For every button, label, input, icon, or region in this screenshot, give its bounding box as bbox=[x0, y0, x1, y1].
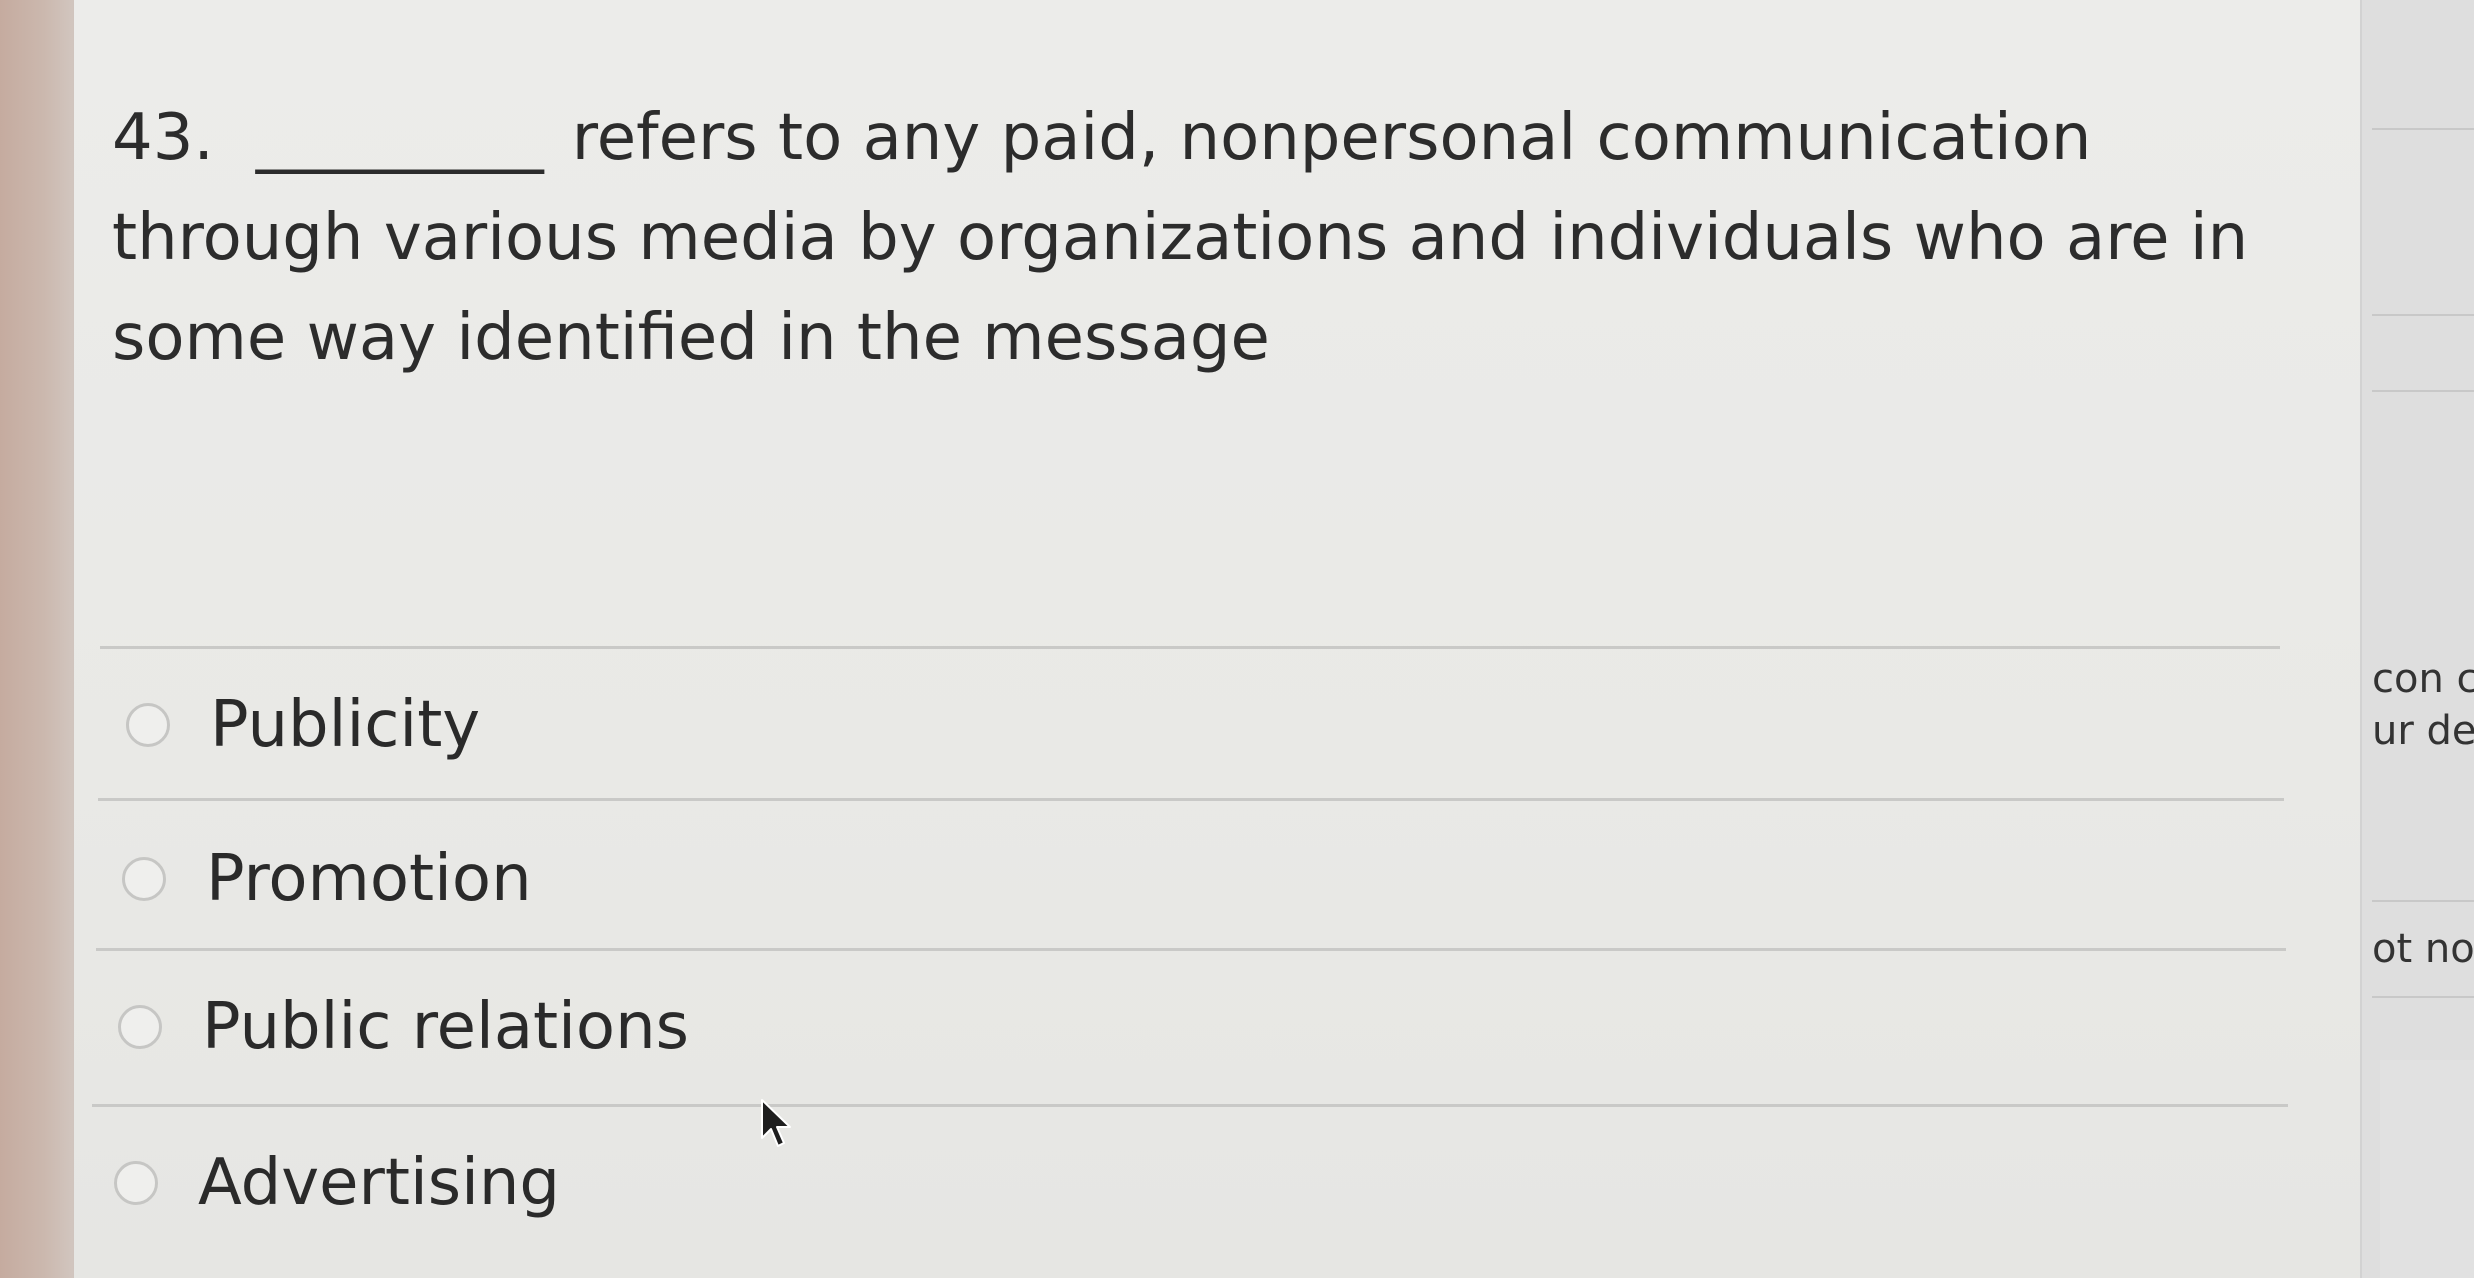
option-divider bbox=[100, 646, 2280, 649]
side-text: con c bbox=[2372, 656, 2474, 702]
side-divider bbox=[2372, 996, 2474, 998]
option-promotion[interactable]: Promotion bbox=[122, 842, 532, 916]
mouse-pointer-icon bbox=[760, 1098, 794, 1154]
side-text: ur dev bbox=[2372, 708, 2474, 754]
side-divider bbox=[2372, 390, 2474, 392]
radio-circle-icon[interactable] bbox=[118, 1005, 162, 1049]
option-label: Promotion bbox=[206, 842, 532, 916]
radio-circle-icon[interactable] bbox=[114, 1161, 158, 1205]
option-divider bbox=[92, 1104, 2288, 1107]
side-divider bbox=[2372, 314, 2474, 316]
option-label: Public relations bbox=[202, 990, 689, 1064]
radio-circle-icon[interactable] bbox=[126, 703, 170, 747]
side-text: ot no bbox=[2372, 926, 2474, 972]
question-text: 43. _________ refers to any paid, nonperso… bbox=[112, 88, 2282, 388]
option-advertising[interactable]: Advertising bbox=[114, 1146, 560, 1220]
side-divider bbox=[2372, 900, 2474, 902]
option-publicity[interactable]: Publicity bbox=[126, 688, 480, 762]
side-block bbox=[2380, 1060, 2474, 1278]
side-divider bbox=[2372, 128, 2474, 130]
option-label: Advertising bbox=[198, 1146, 561, 1220]
option-public-relations[interactable]: Public relations bbox=[118, 990, 689, 1064]
option-label: Publicity bbox=[210, 688, 481, 762]
fill-in-blank: _________ bbox=[255, 101, 544, 175]
radio-circle-icon[interactable] bbox=[122, 857, 166, 901]
screen-bezel bbox=[0, 0, 80, 1278]
option-divider bbox=[96, 948, 2286, 951]
question-number: 43. bbox=[112, 101, 214, 175]
option-divider bbox=[98, 798, 2284, 801]
